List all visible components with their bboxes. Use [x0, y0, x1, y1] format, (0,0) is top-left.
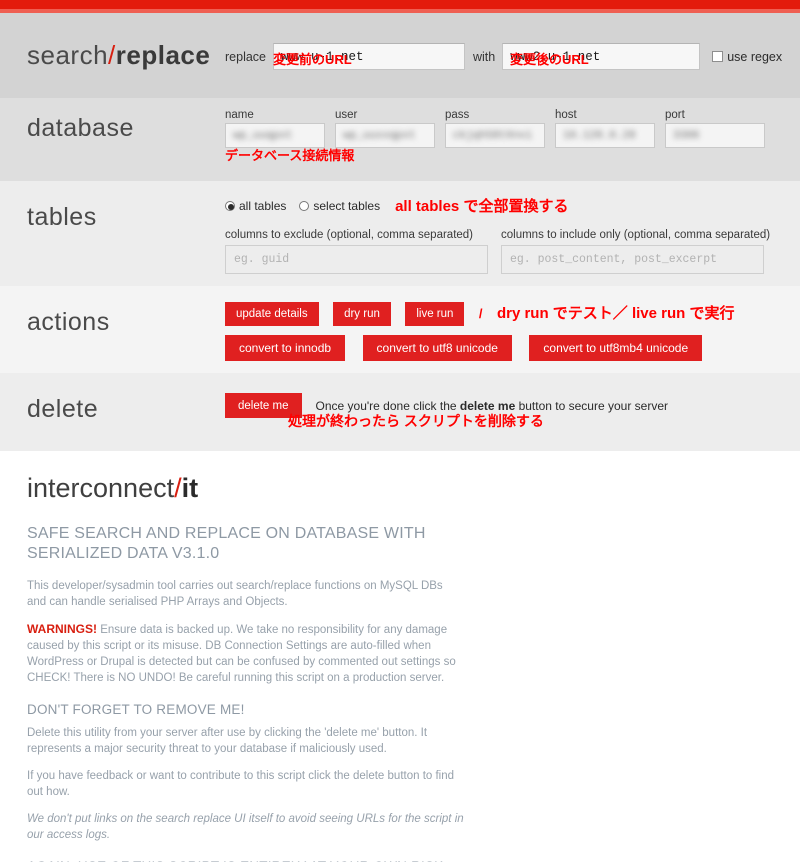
- db-value-host: 10.128.0.28: [563, 130, 636, 142]
- columns-row: columns to exclude (optional, comma sepa…: [225, 229, 800, 274]
- brand-left: interconnect: [27, 473, 175, 503]
- db-input-pass[interactable]: ckjqh58tXnvi: [445, 123, 545, 148]
- actions-row-convert: convert to innodb convert to utf8 unicod…: [225, 335, 800, 361]
- db-label-port: port: [665, 109, 685, 121]
- search-title-left: search: [27, 40, 109, 70]
- section-body-tables: all tables select tables all tables で全部置…: [225, 181, 800, 274]
- section-title-tables: tables: [27, 203, 97, 231]
- db-label-name: name: [225, 109, 254, 121]
- section-search-replace: search/replace replace with use regex 変更…: [0, 13, 800, 98]
- top-red-bar: [0, 0, 800, 9]
- annotation-before-url: 変更前のURL: [273, 52, 352, 67]
- annotation-separator: /: [478, 306, 483, 321]
- radio-select-tables[interactable]: [299, 200, 310, 211]
- footer-remove-paragraph: Delete this utility from your server aft…: [27, 727, 428, 755]
- replace-label: replace: [225, 49, 266, 64]
- annotation-database: データベース接続情報: [225, 148, 355, 163]
- convert-innodb-button[interactable]: convert to innodb: [225, 335, 346, 361]
- section-body-delete: delete me Once you're done click the del…: [225, 373, 800, 429]
- annotation-tables: all tables で全部置換する: [395, 198, 569, 215]
- db-value-name: wp_uuqpxt: [233, 130, 293, 142]
- section-title-delete: delete: [27, 395, 99, 423]
- columns-include-label: columns to include only (optional, comma…: [501, 229, 771, 241]
- db-field-host: host 10.128.0.28: [555, 109, 655, 148]
- use-regex-checkbox-group[interactable]: use regex: [712, 50, 782, 64]
- actions-row-primary: update details dry run live run / dry ru…: [225, 302, 800, 326]
- radio-select-tables-label: select tables: [313, 198, 381, 213]
- annotation-after-url: 変更後のURL: [510, 52, 589, 67]
- section-database: database name wp_uuqpxt user wp_uuxxqpxt…: [0, 98, 800, 181]
- use-regex-checkbox[interactable]: [712, 51, 724, 62]
- annotation-delete: 処理が終わったら スクリプトを削除する: [288, 413, 544, 429]
- columns-exclude-label: columns to exclude (optional, comma sepa…: [225, 229, 474, 241]
- live-run-button[interactable]: live run: [405, 302, 465, 326]
- section-title-actions: actions: [27, 308, 110, 336]
- footer-heading-remove: DON'T FORGET TO REMOVE ME!: [27, 702, 245, 717]
- db-field-pass: pass ckjqh58tXnvi: [445, 109, 545, 148]
- warning-label: WARNINGS!: [27, 622, 97, 636]
- db-label-user: user: [335, 109, 358, 121]
- search-title-right: replace: [115, 40, 211, 70]
- db-field-user: user wp_uuxxqpxt: [335, 109, 435, 148]
- section-actions: actions update details dry run live run …: [0, 286, 800, 373]
- radio-all-tables[interactable]: [225, 200, 235, 211]
- footer-heading-main: SAFE SEARCH AND REPLACE ON DATABASE WITH…: [27, 525, 426, 562]
- update-details-button[interactable]: update details: [225, 302, 319, 326]
- section-title-search-replace: search/replace: [0, 13, 225, 71]
- db-label-pass: pass: [445, 109, 470, 121]
- columns-include-input[interactable]: [501, 245, 764, 274]
- dry-run-button[interactable]: dry run: [333, 302, 391, 326]
- section-body-database: name wp_uuqpxt user wp_uuxxqpxt pass ckj…: [225, 98, 800, 163]
- section-body-actions: update details dry run live run / dry ru…: [225, 286, 800, 361]
- brand-right: it: [181, 473, 199, 503]
- db-value-user: wp_uuxxqpxt: [343, 130, 416, 142]
- section-body-search-replace: replace with use regex 変更前のURL 変更後のURL: [225, 13, 800, 70]
- convert-utf8mb4-button[interactable]: convert to utf8mb4 unicode: [529, 335, 703, 361]
- section-title-database: database: [27, 114, 134, 142]
- with-label: with: [473, 49, 496, 64]
- db-value-port: 3306: [673, 130, 700, 142]
- section-delete: delete delete me Once you're done click …: [0, 373, 800, 451]
- columns-exclude-group: columns to exclude (optional, comma sepa…: [225, 229, 488, 274]
- brand-logo: interconnect/it: [27, 473, 800, 504]
- footer-feedback-paragraph: If you have feedback or want to contribu…: [27, 770, 455, 798]
- convert-utf8-button[interactable]: convert to utf8 unicode: [362, 335, 512, 361]
- footer-links-paragraph: We don't put links on the search replace…: [27, 813, 464, 841]
- footer-warning-paragraph: WARNINGS! Ensure data is backed up. We t…: [27, 621, 464, 686]
- search-title-slash: /: [108, 40, 116, 70]
- brand-slash: /: [174, 473, 182, 503]
- page-root: search/replace replace with use regex 変更…: [0, 0, 800, 862]
- annotation-actions: dry run でテスト／ live run で実行: [496, 305, 735, 322]
- db-input-port[interactable]: 3306: [665, 123, 765, 148]
- db-label-host: host: [555, 109, 577, 121]
- db-field-port: port 3306: [665, 109, 765, 148]
- footer-info: interconnect/it SAFE SEARCH AND REPLACE …: [0, 451, 800, 862]
- radio-all-tables-label: all tables: [239, 198, 287, 213]
- tables-radio-row: all tables select tables all tables で全部置…: [225, 195, 800, 216]
- section-tables: tables all tables select tables all tabl…: [0, 181, 800, 286]
- use-regex-label: use regex: [727, 49, 783, 64]
- footer-intro-paragraph: This developer/sysadmin tool carries out…: [27, 580, 443, 608]
- db-field-name: name wp_uuqpxt: [225, 109, 325, 148]
- db-input-host[interactable]: 10.128.0.28: [555, 123, 655, 148]
- columns-exclude-input[interactable]: [225, 245, 488, 274]
- columns-include-group: columns to include only (optional, comma…: [501, 229, 770, 274]
- database-fields: name wp_uuqpxt user wp_uuxxqpxt pass ckj…: [225, 109, 800, 148]
- db-value-pass: ckjqh58tXnvi: [453, 130, 533, 142]
